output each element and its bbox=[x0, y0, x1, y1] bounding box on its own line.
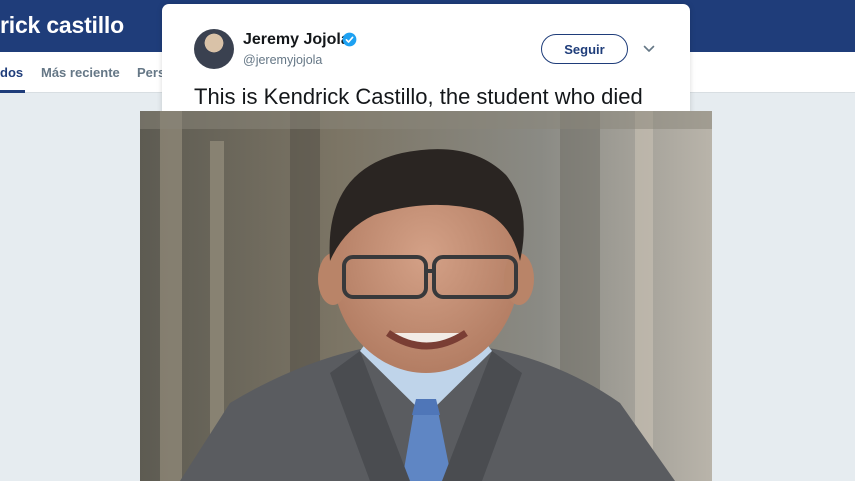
avatar[interactable] bbox=[194, 29, 234, 69]
tweet-text: This is Kendrick Castillo, the student w… bbox=[194, 84, 643, 109]
twitter-search-page: rick castillo dos Más reciente Perso Jer… bbox=[0, 0, 855, 481]
verified-badge-icon bbox=[342, 32, 357, 47]
chevron-down-icon[interactable] bbox=[642, 42, 656, 56]
tab-latest[interactable]: Más reciente bbox=[41, 52, 120, 93]
author-handle[interactable]: @jeremyjojola bbox=[243, 53, 322, 67]
tab-top[interactable]: dos bbox=[0, 52, 26, 93]
tweet-photo[interactable] bbox=[140, 111, 712, 481]
author-name[interactable]: Jeremy Jojola bbox=[243, 31, 350, 49]
follow-button[interactable]: Seguir bbox=[541, 34, 628, 64]
search-query-title: rick castillo bbox=[0, 12, 124, 38]
